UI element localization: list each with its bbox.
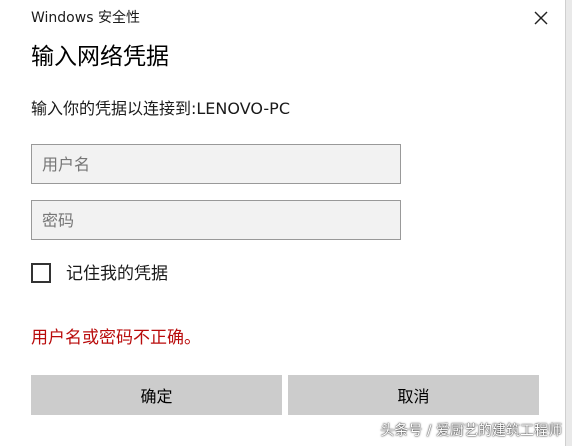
credential-dialog: Windows 安全性 输入网络凭据 输入你的凭据以连接到:LENOVO-PC … [0,0,566,446]
password-input[interactable] [31,200,401,240]
remember-label: 记住我的凭据 [66,264,168,284]
remember-checkbox[interactable] [31,263,51,283]
ok-button[interactable]: 确定 [31,375,282,415]
dialog-heading: 输入网络凭据 [31,44,169,70]
error-message: 用户名或密码不正确。 [31,328,201,348]
close-icon [534,11,548,25]
cancel-button[interactable]: 取消 [288,375,539,415]
window-title: Windows 安全性 [31,10,140,26]
connection-subtitle: 输入你的凭据以连接到:LENOVO-PC [31,99,290,118]
watermark-text: 头条号 / 爱厨艺的建筑工程师 [380,423,562,439]
username-input[interactable] [31,144,401,184]
close-button[interactable] [526,4,556,32]
